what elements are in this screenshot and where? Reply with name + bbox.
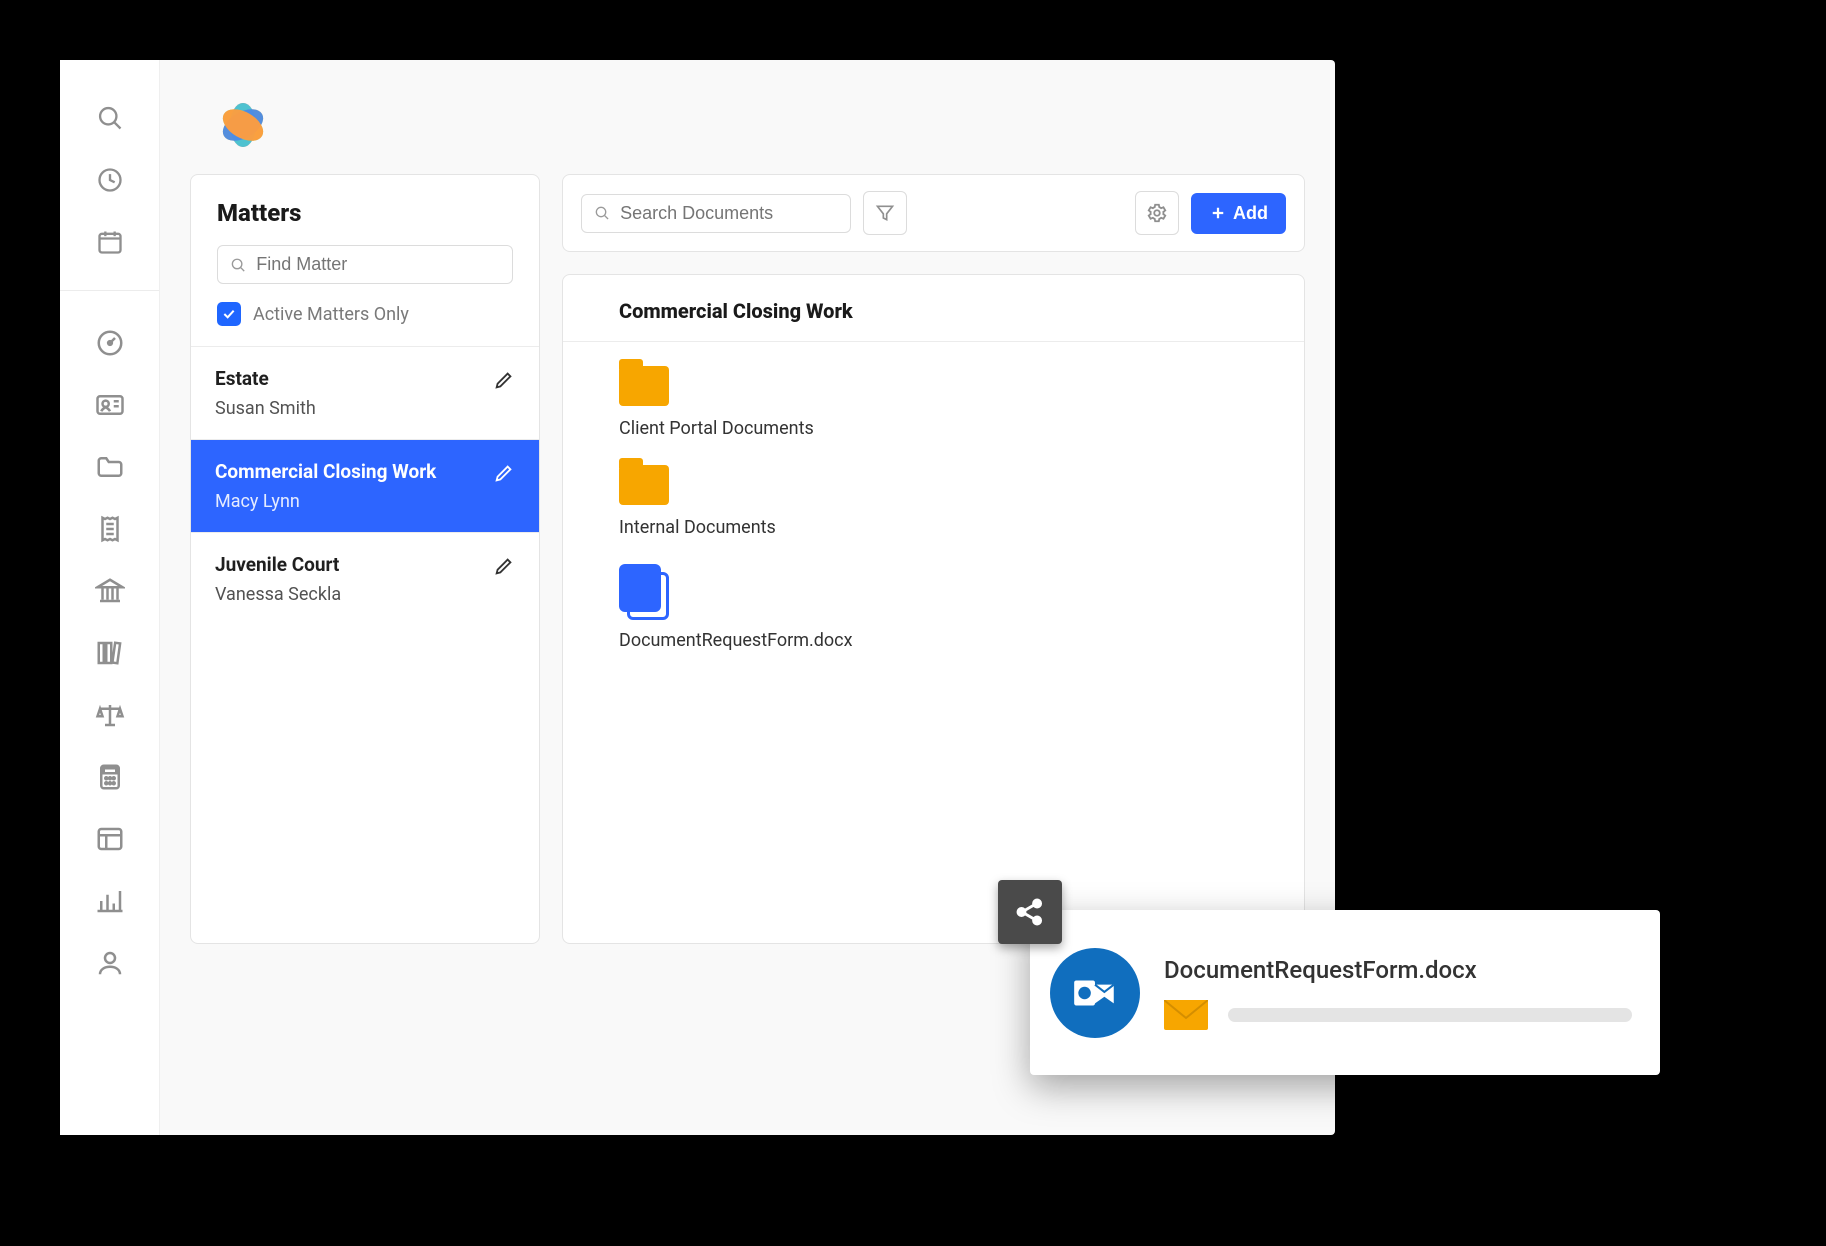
mail-icon [1164,1000,1208,1030]
folder-icon [619,465,669,505]
find-matter-input[interactable] [217,245,513,284]
matter-item[interactable]: Estate Susan Smith [191,346,539,439]
active-matters-only-toggle[interactable]: Active Matters Only [217,302,513,326]
search-icon [230,256,246,274]
matter-name: Estate [215,367,316,390]
gear-icon [1146,202,1168,224]
matter-item-selected[interactable]: Commercial Closing Work Macy Lynn [191,439,539,532]
document-label: DocumentRequestForm.docx [619,630,1248,651]
share-button[interactable] [998,880,1062,944]
share-popup-title: DocumentRequestForm.docx [1164,956,1632,984]
atom-logo-icon [212,94,274,156]
document-label: Client Portal Documents [619,418,1248,439]
documents-toolbar: Add [562,174,1305,252]
funnel-icon [875,203,895,223]
contact-card-icon[interactable] [92,387,128,423]
folder-icon [619,366,669,406]
matter-item[interactable]: Juvenile Court Vanessa Seckla [191,532,539,625]
settings-button[interactable] [1135,191,1179,235]
edit-icon[interactable] [493,555,515,577]
folder-icon[interactable] [92,449,128,485]
matter-name: Commercial Closing Work [215,460,436,483]
documents-panel: Commercial Closing Work Client Portal Do… [562,274,1305,944]
matter-client: Vanessa Seckla [215,584,341,605]
books-icon[interactable] [92,635,128,671]
document-label: Internal Documents [619,517,1248,538]
matters-title: Matters [217,199,513,227]
edit-icon[interactable] [493,369,515,391]
calculator-icon[interactable] [92,759,128,795]
calendar-icon[interactable] [92,224,128,260]
documents-column: Add Commercial Closing Work Client Porta… [562,174,1305,944]
add-button[interactable]: Add [1191,193,1286,234]
matters-panel: Matters Active Matters Only Estate [190,174,540,944]
gauge-icon[interactable] [92,325,128,361]
share-popup: DocumentRequestForm.docx [1030,910,1660,1075]
search-documents-input[interactable] [581,194,851,233]
brand-logo [190,94,1305,174]
bank-icon[interactable] [92,573,128,609]
outlook-icon [1050,948,1140,1038]
plus-icon [1209,204,1227,222]
clock-icon[interactable] [92,162,128,198]
layout-icon[interactable] [92,821,128,857]
share-popup-row [1164,1000,1632,1030]
matter-client: Macy Lynn [215,491,436,512]
person-icon[interactable] [92,945,128,981]
matter-name: Juvenile Court [215,553,341,576]
document-item[interactable]: DocumentRequestForm.docx [619,564,1248,651]
add-button-label: Add [1233,203,1268,224]
bar-chart-icon[interactable] [92,883,128,919]
edit-icon[interactable] [493,462,515,484]
active-matters-only-label: Active Matters Only [253,304,409,325]
filter-button[interactable] [863,191,907,235]
icon-rail [60,60,160,1135]
rail-separator [60,290,159,291]
docx-icon [619,564,669,618]
search-icon[interactable] [92,100,128,136]
find-matter-field[interactable] [256,254,500,275]
scales-icon[interactable] [92,697,128,733]
document-item[interactable]: Client Portal Documents [619,366,1248,439]
share-icon [1013,895,1047,929]
matter-client: Susan Smith [215,398,316,419]
search-documents-field[interactable] [620,203,838,224]
receipt-icon[interactable] [92,511,128,547]
checkbox-checked-icon [217,302,241,326]
search-icon [594,204,610,222]
progress-bar [1228,1008,1632,1022]
document-item[interactable]: Internal Documents [619,465,1248,538]
documents-panel-title: Commercial Closing Work [563,275,1304,342]
